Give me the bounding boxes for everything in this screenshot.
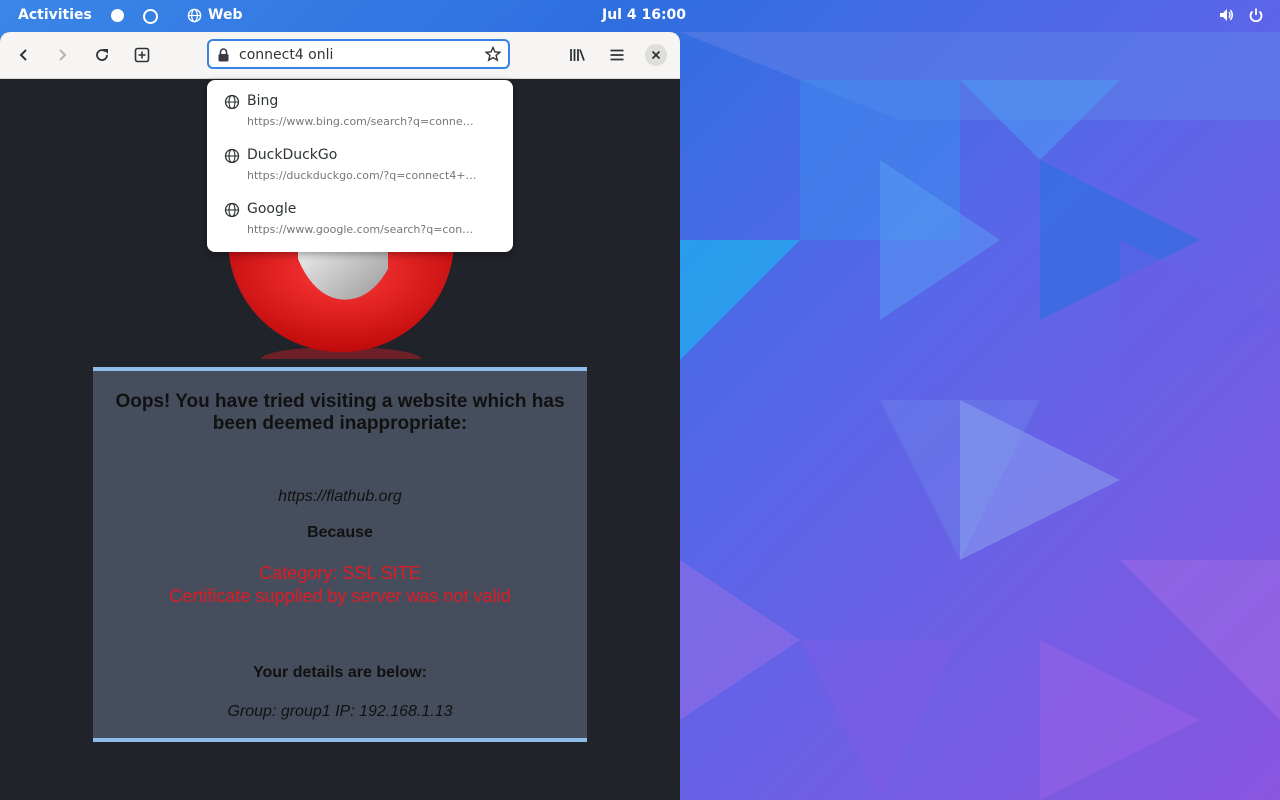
suggestion-google[interactable]: Google https://www.google.com/search?q=c…	[207, 188, 513, 242]
reload-button[interactable]	[88, 41, 116, 69]
suggestion-url: https://www.bing.com/search?q=conne…	[247, 115, 474, 128]
activities-button[interactable]: Activities	[18, 7, 92, 23]
main-menu-button[interactable]	[603, 41, 631, 69]
user-details: Group: group1 IP: 192.168.1.13	[227, 703, 453, 720]
globe-icon	[224, 202, 240, 218]
suggestion-url: https://www.google.com/search?q=con…	[247, 223, 474, 236]
workspace-indicator[interactable]	[143, 9, 158, 24]
bookmark-star-icon[interactable]	[485, 46, 501, 62]
app-menu[interactable]: Web	[187, 7, 242, 23]
suggestion-name: DuckDuckGo	[247, 147, 338, 163]
globe-icon	[187, 8, 202, 22]
search-suggestions-popover: Bing https://www.bing.com/search?q=conne…	[207, 80, 513, 252]
category-line: Category: SSL SITE	[259, 563, 421, 583]
back-button[interactable]	[10, 41, 38, 69]
suggestion-url: https://duckduckgo.com/?q=connect4+…	[247, 169, 477, 182]
because-label: Because	[307, 524, 373, 541]
block-reason: Category: SSL SITE Certificate supplied …	[93, 562, 587, 608]
suggestion-name: Bing	[247, 93, 279, 109]
suggestion-duckduckgo[interactable]: DuckDuckGo https://duckduckgo.com/?q=con…	[207, 134, 513, 188]
suggestion-bing[interactable]: Bing https://www.bing.com/search?q=conne…	[207, 80, 513, 134]
lock-icon	[218, 48, 229, 62]
header-bar	[0, 32, 680, 79]
library-icon	[569, 49, 585, 61]
system-menu[interactable]	[1218, 7, 1264, 23]
clock[interactable]: Jul 4 16:00	[602, 7, 686, 23]
volume-icon	[1220, 9, 1233, 21]
workspace-active-indicator[interactable]	[111, 9, 124, 22]
new-tab-icon	[134, 47, 150, 63]
app-name: Web	[208, 7, 243, 23]
chevron-right-icon	[59, 49, 67, 61]
block-headline: Oops! You have tried visiting a website …	[115, 391, 565, 434]
power-icon	[1249, 8, 1263, 23]
chevron-left-icon	[19, 49, 27, 61]
globe-icon	[224, 94, 240, 110]
hamburger-menu-icon	[610, 49, 624, 61]
top-bar: Activities Web Jul 4 16:00	[0, 0, 1280, 32]
bookmarks-button[interactable]	[563, 41, 591, 69]
new-tab-button[interactable]	[128, 41, 156, 69]
browser-window: Oops! You have tried visiting a website …	[0, 32, 680, 800]
block-message-panel: Oops! You have tried visiting a website …	[93, 367, 587, 742]
globe-icon	[224, 148, 240, 164]
blocked-url: https://flathub.org	[278, 488, 402, 505]
url-input[interactable]	[237, 44, 481, 66]
forward-button[interactable]	[48, 41, 76, 69]
close-window-button[interactable]	[645, 44, 667, 66]
address-bar[interactable]	[207, 39, 510, 69]
close-icon	[651, 50, 661, 60]
details-heading: Your details are below:	[253, 664, 427, 681]
certificate-line: Certificate supplied by server was not v…	[169, 586, 511, 606]
reload-icon	[96, 49, 108, 61]
suggestion-name: Google	[247, 201, 297, 217]
